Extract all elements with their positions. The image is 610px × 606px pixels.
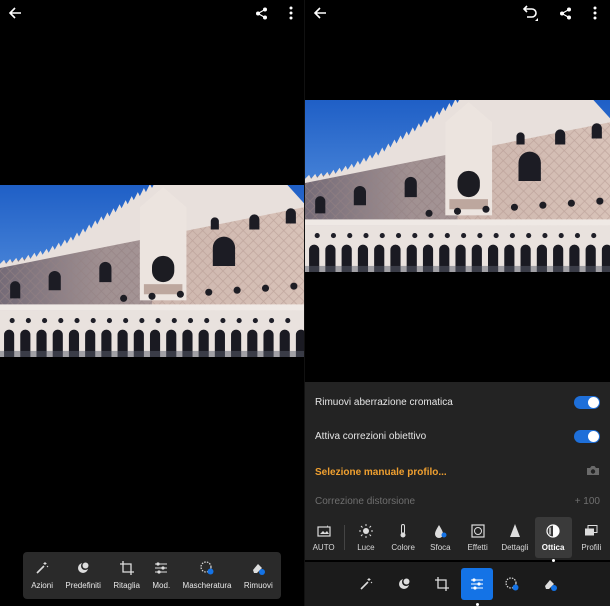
- profiles-icon: [584, 524, 598, 538]
- photo-preview[interactable]: [0, 185, 304, 357]
- right-topbar: [305, 0, 610, 26]
- camera-icon[interactable]: [586, 465, 600, 479]
- back-button[interactable]: [309, 2, 331, 24]
- chromatic-row: Rimuovi aberrazione cromatica: [315, 393, 600, 411]
- more-button[interactable]: [584, 2, 606, 24]
- lens-label: Attiva correzioni obiettivo: [315, 430, 427, 442]
- share-button[interactable]: [554, 2, 576, 24]
- edit-subtabs: AUTO Luce Colore Sfoca Effetti Dettagli …: [305, 515, 610, 562]
- tab-effetti[interactable]: Effetti: [459, 515, 496, 560]
- auto-icon: [317, 524, 331, 538]
- profile-row[interactable]: Selezione manuale profilo...: [315, 463, 600, 481]
- tab-separator: [344, 525, 346, 550]
- share-icon: [559, 7, 571, 19]
- right-screen: Rimuovi aberrazione cromatica Attiva cor…: [305, 0, 610, 606]
- toolbar-ritaglia[interactable]: Ritaglia: [113, 552, 140, 599]
- undo-button[interactable]: [519, 2, 541, 24]
- toolbar-predefiniti[interactable]: Predefiniti: [65, 552, 101, 599]
- left-topbar: [0, 0, 304, 26]
- tool-mascheratura[interactable]: [493, 568, 531, 600]
- distortion-row: Correzione distorsione + 100: [315, 492, 600, 510]
- tab-ottica[interactable]: Ottica: [534, 517, 572, 562]
- profile-label[interactable]: Selezione manuale profilo...: [315, 467, 447, 478]
- main-toolbar: [305, 562, 610, 606]
- edit-toolbar: Azioni Predefiniti Ritaglia Mod. Mascher…: [23, 552, 281, 599]
- tool-predefiniti[interactable]: [385, 568, 423, 600]
- optics-panel: Rimuovi aberrazione cromatica Attiva cor…: [305, 382, 610, 518]
- chromatic-toggle[interactable]: [574, 395, 600, 409]
- tab-luce[interactable]: Luce: [347, 515, 384, 560]
- more-vertical-icon: [593, 6, 597, 20]
- eraser-icon: [544, 580, 557, 591]
- masking-icon: [504, 577, 518, 591]
- triangle-icon: [508, 523, 522, 538]
- distortion-label: Correzione distorsione: [315, 495, 416, 507]
- chromatic-label: Rimuovi aberrazione cromatica: [315, 396, 453, 408]
- tab-profili[interactable]: Profili: [573, 515, 610, 560]
- presets-icon: [76, 561, 90, 575]
- tab-colore[interactable]: Colore: [385, 515, 422, 560]
- lens-toggle[interactable]: [574, 429, 600, 443]
- blur-drop-icon: [433, 524, 447, 538]
- lens-row: Attiva correzioni obiettivo: [315, 427, 600, 445]
- distortion-value: + 100: [574, 495, 600, 507]
- tool-azioni[interactable]: [347, 568, 385, 600]
- back-button[interactable]: [4, 2, 26, 24]
- lens-icon: [546, 523, 560, 538]
- arrow-left-icon: [313, 7, 326, 19]
- toolbar-azioni[interactable]: Azioni: [31, 552, 53, 599]
- undo-icon: [522, 5, 538, 21]
- crop-icon: [119, 561, 134, 575]
- vignette-icon: [471, 523, 485, 538]
- tool-rimuovi[interactable]: [531, 568, 569, 600]
- share-icon: [255, 7, 267, 19]
- share-button[interactable]: [250, 2, 272, 24]
- tool-ritaglia[interactable]: [423, 568, 461, 600]
- arrow-left-icon: [8, 7, 21, 19]
- tab-sfoca[interactable]: Sfoca: [422, 515, 459, 560]
- sun-icon: [358, 523, 373, 538]
- photo-preview[interactable]: [305, 100, 610, 272]
- sliders-icon: [470, 578, 483, 590]
- crop-icon: [434, 577, 449, 591]
- presets-icon: [398, 578, 410, 589]
- sliders-icon: [154, 561, 168, 575]
- more-button[interactable]: [280, 2, 302, 24]
- tool-mod[interactable]: [460, 568, 493, 606]
- tab-auto[interactable]: AUTO: [305, 515, 342, 560]
- toolbar-mod[interactable]: Mod.: [152, 552, 170, 599]
- eraser-icon: [251, 561, 266, 575]
- toolbar-rimuovi[interactable]: Rimuovi: [244, 552, 273, 599]
- toolbar-mascheratura[interactable]: Mascheratura: [183, 552, 231, 599]
- left-screen: Azioni Predefiniti Ritaglia Mod. Mascher…: [0, 0, 304, 606]
- more-vertical-icon: [289, 6, 293, 20]
- tab-dettagli[interactable]: Dettagli: [496, 515, 533, 560]
- masking-icon: [200, 561, 214, 575]
- magic-wand-icon: [359, 578, 372, 590]
- magic-wand-icon: [35, 561, 49, 575]
- thermometer-icon: [396, 523, 410, 538]
